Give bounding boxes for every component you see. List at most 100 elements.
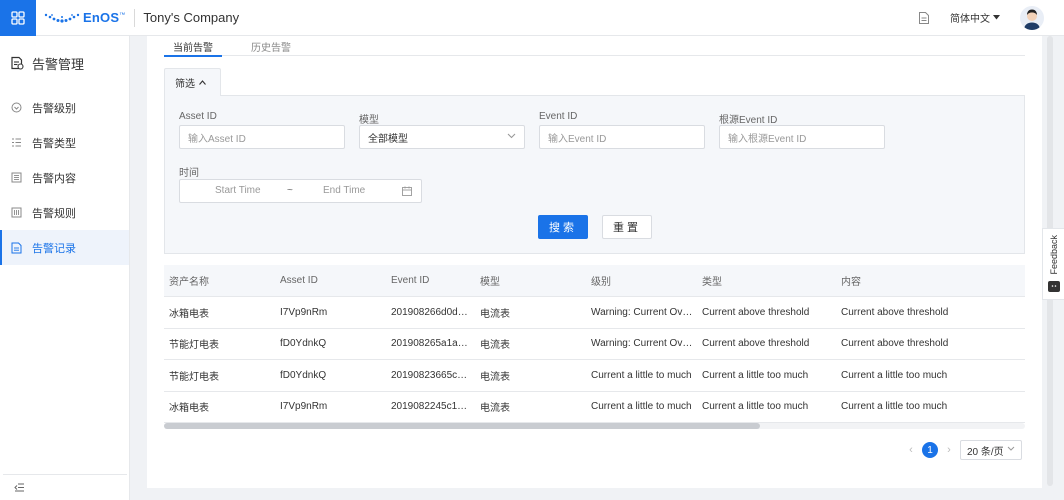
sidebar-item-label: 告警级别 <box>32 102 76 115</box>
feedback-label: Feedback <box>1048 235 1059 275</box>
table-cell: Current a little too much <box>841 401 948 413</box>
table-cell: Warning: Current Ov… <box>591 306 693 318</box>
caret-down-icon <box>993 15 1000 20</box>
type-icon <box>12 138 21 147</box>
table-cell: Current a little too much <box>702 369 809 381</box>
table-cell: Warning: Current Ov… <box>591 338 693 350</box>
model-select[interactable]: 全部模型 <box>359 125 525 149</box>
table-cell: Current a little too much <box>702 401 809 413</box>
grid-icon <box>11 10 25 25</box>
scrollbar-thumb[interactable] <box>164 423 760 429</box>
reset-button[interactable]: 重置 <box>602 215 652 239</box>
sidebar-item-label: 告警类型 <box>32 137 76 150</box>
table-cell: 电流表 <box>480 340 510 352</box>
main-panel: 当前告警 历史告警 筛选 Asset ID 输入Asset ID 模型 全部模型… <box>147 36 1042 488</box>
page-size-value: 20 条/页 <box>967 446 1004 458</box>
sidebar-collapse-toggle[interactable] <box>3 474 127 500</box>
sidebar-title-label: 告警管理 <box>32 56 85 72</box>
filter-toggle[interactable]: 筛选 <box>164 68 221 96</box>
brand-divider <box>134 8 136 27</box>
table-cell: 201908265a1a… <box>391 338 468 350</box>
search-button[interactable]: 搜索 <box>538 215 588 239</box>
language-label: 简体中文 <box>950 14 990 25</box>
column-header[interactable]: Event ID <box>386 275 475 286</box>
sidebar-item-label: 告警记录 <box>32 242 76 255</box>
table-cell: Current above threshold <box>841 306 949 318</box>
content-icon <box>11 172 22 183</box>
alarm-tabs: 当前告警 历史告警 <box>164 36 1025 57</box>
table-header: 资产名称 Asset ID Event ID 模型 级别 类型 内容 <box>164 265 1025 297</box>
table-cell: 电流表 <box>480 371 510 383</box>
sidebar-item-alarm-type[interactable]: 告警类型 <box>0 125 129 160</box>
feedback-button[interactable]: Feedback <box>1042 228 1064 300</box>
table-cell: Current a little too much <box>841 369 948 381</box>
root-event-id-input[interactable]: 输入根源Event ID <box>719 125 885 149</box>
table-cell: Current a little to much <box>591 369 692 381</box>
feedback-icon <box>1047 280 1060 292</box>
page-number-current[interactable]: 1 <box>922 442 938 458</box>
table-cell: Current above threshold <box>841 338 949 350</box>
calendar-icon <box>402 186 412 196</box>
collapse-menu-icon <box>14 483 24 492</box>
column-header[interactable]: 模型 <box>475 273 586 288</box>
asset-id-input[interactable]: 输入Asset ID <box>179 125 345 149</box>
event-id-label: Event ID <box>539 111 578 122</box>
user-avatar-icon <box>1020 5 1044 30</box>
time-range-picker[interactable]: Start Time ~ End Time <box>179 179 422 203</box>
column-header[interactable]: 资产名称 <box>164 273 275 288</box>
envision-logo-icon <box>44 12 80 24</box>
table-cell: 2019082245c1… <box>391 401 468 413</box>
table-cell: 电流表 <box>480 403 510 415</box>
table-cell: 20190823665c… <box>391 369 468 381</box>
user-avatar[interactable] <box>1020 5 1044 30</box>
chevron-down-icon <box>1007 446 1015 451</box>
tab-history-alarms[interactable]: 历史告警 <box>242 36 300 56</box>
table-row[interactable]: 节能灯电表 fD0YdnkQ 201908265a1a… 电流表 Warning… <box>164 329 1025 360</box>
column-header[interactable]: Asset ID <box>275 275 386 286</box>
page-size-select[interactable]: 20 条/页 <box>960 440 1022 460</box>
event-id-input[interactable]: 输入Event ID <box>539 125 705 149</box>
sidebar-item-alarm-record[interactable]: 告警记录 <box>0 230 129 265</box>
language-selector[interactable]: 简体中文 <box>950 10 1000 25</box>
alarm-management-icon <box>11 56 24 70</box>
table-horizontal-scrollbar[interactable] <box>164 423 1025 429</box>
brand-name: EnOS™ <box>83 10 126 25</box>
table-cell: fD0YdnkQ <box>280 369 327 381</box>
rule-icon <box>11 207 22 218</box>
brand[interactable]: EnOS™ <box>44 0 125 36</box>
column-header[interactable]: 内容 <box>836 273 1025 288</box>
end-time-placeholder: End Time <box>323 185 366 196</box>
level-icon <box>11 102 22 113</box>
sidebar-item-alarm-content[interactable]: 告警内容 <box>0 160 129 195</box>
start-time-placeholder: Start Time <box>215 185 261 196</box>
model-label: 模型 <box>359 115 379 126</box>
table-cell: fD0YdnkQ <box>280 338 327 350</box>
table-cell: I7Vp9nRm <box>280 401 328 413</box>
table-cell: 冰箱电表 <box>169 403 209 415</box>
app-grid-button[interactable] <box>0 0 36 36</box>
table-cell: Current above threshold <box>702 338 810 350</box>
column-header[interactable]: 类型 <box>697 273 836 288</box>
table-cell: Current a little to much <box>591 401 692 413</box>
sidebar-item-alarm-rule[interactable]: 告警规则 <box>0 195 129 230</box>
table-row[interactable]: 冰箱电表 I7Vp9nRm 2019082245c1… 电流表 Current … <box>164 392 1025 423</box>
sidebar-item-alarm-level[interactable]: 告警级别 <box>0 90 129 125</box>
table-cell: 节能灯电表 <box>169 340 219 352</box>
sidebar-item-label: 告警内容 <box>32 172 76 185</box>
table-row[interactable]: 冰箱电表 I7Vp9nRm 201908266d0d… 电流表 Warning:… <box>164 297 1025 329</box>
table-cell: 电流表 <box>480 308 510 320</box>
chevron-up-icon <box>199 80 206 85</box>
document-icon[interactable] <box>918 11 930 25</box>
next-page-button[interactable]: › <box>944 444 954 456</box>
tab-current-alarms[interactable]: 当前告警 <box>164 36 222 57</box>
table-cell: 冰箱电表 <box>169 308 209 320</box>
filter-panel: Asset ID 输入Asset ID 模型 全部模型 Event ID 输入E… <box>164 95 1025 254</box>
column-header[interactable]: 级别 <box>586 273 697 288</box>
chevron-down-icon <box>507 133 516 139</box>
root-event-id-label: 根源Event ID <box>719 115 778 126</box>
table-row[interactable]: 节能灯电表 fD0YdnkQ 20190823665c… 电流表 Current… <box>164 360 1025 392</box>
sidebar-title: 告警管理 <box>0 36 129 90</box>
table-cell: I7Vp9nRm <box>280 306 328 318</box>
prev-page-button[interactable]: ‹ <box>906 444 916 456</box>
company-name: Tony's Company <box>143 10 240 25</box>
